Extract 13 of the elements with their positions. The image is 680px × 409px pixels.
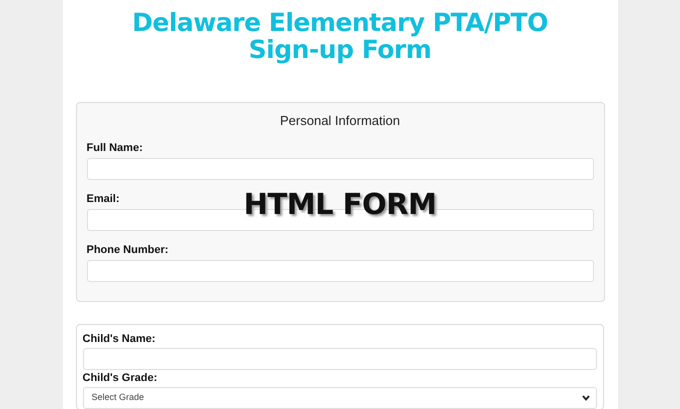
- field-label: Phone Number:: [86, 244, 168, 257]
- caret-icon: [582, 395, 590, 401]
- input-field[interactable]: [82, 348, 596, 370]
- grade-select[interactable]: Select Grade: [82, 387, 596, 409]
- input-field[interactable]: [86, 260, 594, 282]
- field-label: Email:: [86, 193, 120, 206]
- overlay-caption: HTML FORM: [244, 186, 436, 223]
- input-field[interactable]: [86, 158, 594, 180]
- section-heading: Personal Information: [279, 113, 401, 129]
- field-label: Child's Grade:: [82, 372, 158, 385]
- field-label: Full Name:: [86, 142, 143, 155]
- field-label: Child's Name:: [82, 333, 156, 346]
- form-title: Delaware Elementary PTA/PTO Sign-up Form: [131, 9, 549, 63]
